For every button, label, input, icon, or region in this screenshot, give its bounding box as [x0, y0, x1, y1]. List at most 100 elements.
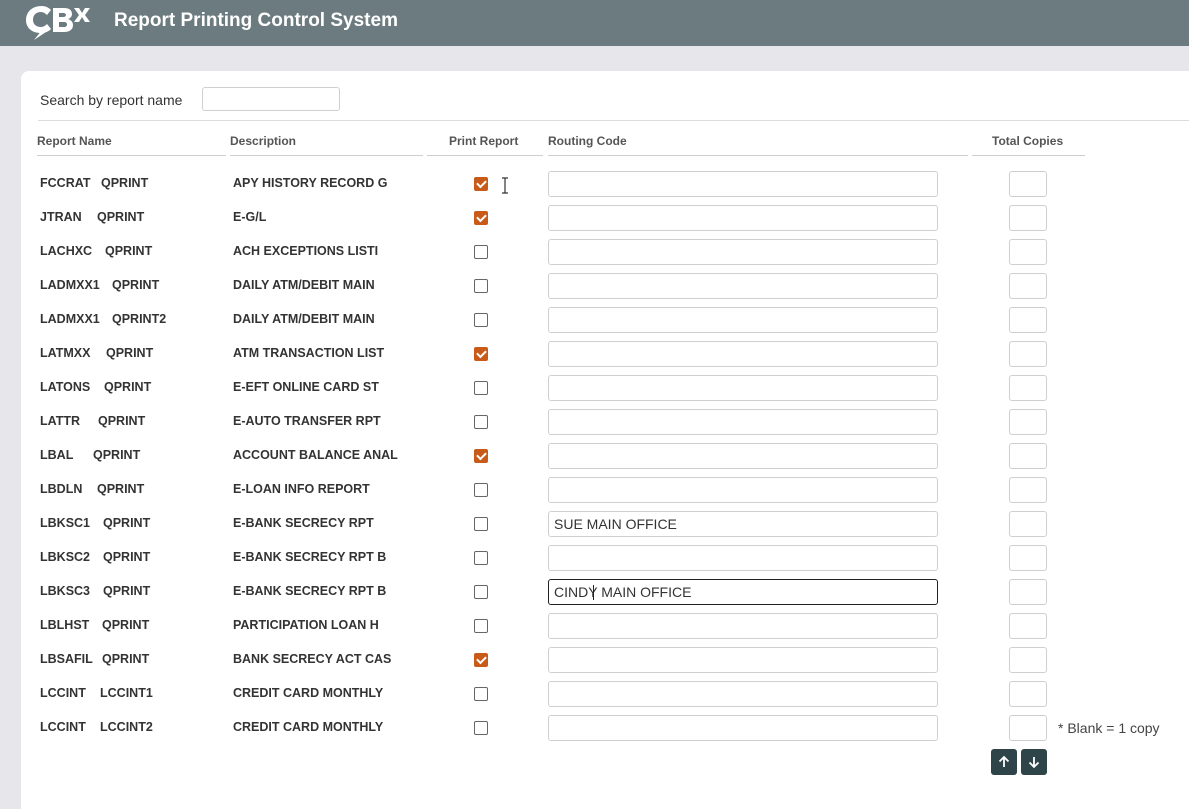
report-description-cell: PARTICIPATION LOAN H — [233, 618, 379, 632]
search-label: Search by report name — [40, 92, 183, 108]
report-description-cell: CREDIT CARD MONTHLY — [233, 686, 384, 700]
total-copies-input[interactable] — [1009, 239, 1047, 265]
report-name-cell: LATTR — [40, 414, 81, 428]
total-copies-input[interactable] — [1009, 171, 1047, 197]
report-description-cell: E-G/L — [233, 210, 267, 224]
report-name-cell: LADMXX1 — [40, 278, 100, 292]
routing-code-input[interactable] — [548, 205, 938, 231]
report-description-cell: APY HISTORY RECORD G — [233, 176, 388, 190]
print-report-checkbox[interactable] — [474, 483, 488, 497]
total-copies-input[interactable] — [1009, 613, 1047, 639]
report-description-cell: ATM TRANSACTION LIST — [233, 346, 385, 360]
print-report-checkbox[interactable] — [474, 721, 488, 735]
print-report-checkbox[interactable] — [474, 313, 488, 327]
routing-code-input[interactable] — [548, 273, 938, 299]
total-copies-input[interactable] — [1009, 579, 1047, 605]
total-copies-input[interactable] — [1009, 545, 1047, 571]
total-copies-input[interactable] — [1009, 409, 1047, 435]
total-copies-input[interactable] — [1009, 273, 1047, 299]
print-report-checkbox[interactable] — [474, 177, 488, 191]
print-report-checkbox[interactable] — [474, 347, 488, 361]
routing-code-input[interactable] — [548, 681, 938, 707]
routing-code-input[interactable] — [548, 545, 938, 571]
total-copies-input[interactable] — [1009, 205, 1047, 231]
report-description-cell: E-LOAN INFO REPORT — [233, 482, 370, 496]
report-queue-cell: QPRINT — [102, 652, 150, 666]
report-name-cell: LACHXC — [40, 244, 93, 258]
print-report-checkbox[interactable] — [474, 245, 488, 259]
routing-code-input[interactable] — [548, 647, 938, 673]
routing-code-input[interactable] — [548, 239, 938, 265]
scroll-up-button[interactable] — [991, 749, 1017, 775]
report-description-cell: ACH EXCEPTIONS LISTI — [233, 244, 379, 258]
print-report-checkbox[interactable] — [474, 687, 488, 701]
column-divider — [548, 155, 968, 156]
print-report-checkbox[interactable] — [474, 653, 488, 667]
total-copies-input[interactable] — [1009, 715, 1047, 741]
column-divider — [230, 155, 423, 156]
routing-code-input[interactable] — [548, 443, 938, 469]
report-name-cell: LCCINT — [40, 720, 86, 734]
routing-code-input[interactable] — [548, 409, 938, 435]
routing-code-input[interactable] — [548, 613, 938, 639]
report-name-cell: LBKSC3 — [40, 584, 91, 598]
report-queue-cell: QPRINT — [103, 550, 151, 564]
arrow-up-icon — [998, 755, 1010, 767]
report-description-cell: ACCOUNT BALANCE ANAL — [233, 448, 398, 462]
routing-code-input[interactable] — [548, 511, 938, 537]
report-description-cell: DAILY ATM/DEBIT MAIN — [233, 278, 375, 292]
report-description-cell: BANK SECRECY ACT CAS — [233, 652, 392, 666]
total-copies-input[interactable] — [1009, 307, 1047, 333]
routing-code-input[interactable] — [548, 341, 938, 367]
routing-code-input[interactable] — [548, 477, 938, 503]
print-report-checkbox[interactable] — [474, 449, 488, 463]
routing-code-input[interactable] — [548, 375, 938, 401]
total-copies-input[interactable] — [1009, 443, 1047, 469]
print-report-checkbox[interactable] — [474, 279, 488, 293]
report-name-cell: LBLHST — [40, 618, 90, 632]
report-queue-cell: QPRINT — [106, 346, 154, 360]
print-report-checkbox[interactable] — [474, 585, 488, 599]
report-queue-cell: QPRINT — [98, 414, 146, 428]
routing-code-input[interactable] — [548, 171, 938, 197]
report-queue-cell: LCCINT1 — [100, 686, 153, 700]
report-queue-cell: QPRINT — [103, 516, 151, 530]
print-report-checkbox[interactable] — [474, 381, 488, 395]
total-copies-input[interactable] — [1009, 681, 1047, 707]
column-divider — [37, 155, 226, 156]
report-name-cell: JTRAN — [40, 210, 82, 224]
routing-code-input[interactable] — [548, 579, 938, 605]
report-queue-cell: QPRINT — [104, 380, 152, 394]
search-input[interactable] — [202, 87, 340, 111]
report-description-cell: CREDIT CARD MONTHLY — [233, 720, 384, 734]
report-description-cell: E-EFT ONLINE CARD ST — [233, 380, 379, 394]
report-queue-cell: QPRINT — [103, 584, 151, 598]
report-queue-cell: QPRINT — [102, 618, 150, 632]
report-description-cell: E-BANK SECRECY RPT — [233, 516, 374, 530]
report-description-cell: E-BANK SECRECY RPT B — [233, 550, 387, 564]
scroll-down-button[interactable] — [1021, 749, 1047, 775]
report-queue-cell: QPRINT — [97, 210, 145, 224]
total-copies-input[interactable] — [1009, 341, 1047, 367]
report-description-cell: DAILY ATM/DEBIT MAIN — [233, 312, 375, 326]
column-header-description: Description — [230, 134, 297, 148]
report-queue-cell: QPRINT — [112, 278, 160, 292]
print-report-checkbox[interactable] — [474, 551, 488, 565]
report-description-cell: E-BANK SECRECY RPT B — [233, 584, 387, 598]
app-title: Report Printing Control System — [114, 10, 398, 31]
arrow-down-icon — [1028, 757, 1040, 769]
total-copies-input[interactable] — [1009, 511, 1047, 537]
report-queue-cell: QPRINT — [93, 448, 141, 462]
report-name-cell: LCCINT — [40, 686, 86, 700]
total-copies-input[interactable] — [1009, 375, 1047, 401]
report-queue-cell: QPRINT — [97, 482, 145, 496]
report-queue-cell: QPRINT — [105, 244, 153, 258]
routing-code-input[interactable] — [548, 715, 938, 741]
total-copies-input[interactable] — [1009, 477, 1047, 503]
print-report-checkbox[interactable] — [474, 211, 488, 225]
print-report-checkbox[interactable] — [474, 415, 488, 429]
print-report-checkbox[interactable] — [474, 517, 488, 531]
routing-code-input[interactable] — [548, 307, 938, 333]
total-copies-input[interactable] — [1009, 647, 1047, 673]
print-report-checkbox[interactable] — [474, 619, 488, 633]
